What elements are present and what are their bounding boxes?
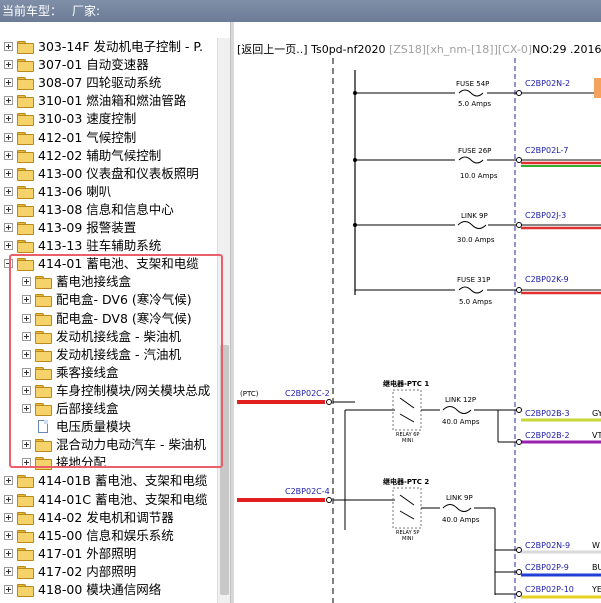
color-code: BU bbox=[592, 563, 601, 572]
relay-ptc-2[interactable]: C2BP02C-4 继电器-PTC 2 RELAY 5P MINI LINK 9… bbox=[237, 477, 601, 599]
fuse-amps: 5.0 Amps bbox=[458, 100, 491, 108]
link-name: LINK 9P bbox=[446, 494, 473, 502]
wire-id: C2BP02J-3 bbox=[525, 211, 566, 220]
wire-id: C2BP02P-9 bbox=[525, 563, 569, 572]
link-9p-fuse[interactable]: LINK 9P 30.0 Amps C2BP02J-3 bbox=[355, 211, 601, 244]
relay-mini: MINI bbox=[402, 438, 413, 444]
relay-title: 继电器-PTC 1 bbox=[383, 379, 429, 388]
wire-id: C2BP02N-2 bbox=[525, 79, 570, 88]
fuse-54p[interactable]: FUSE 54P 5.0 Amps C2BP02N-2 bbox=[355, 79, 601, 108]
link-amps: 40.0 Amps bbox=[442, 418, 480, 426]
wiring-diagram: FUSE 54P 5.0 Amps C2BP02N-2 FUSE 26P 10.… bbox=[237, 58, 601, 603]
wire-id: C2BP02C-4 bbox=[285, 487, 330, 496]
color-code: GY bbox=[592, 409, 601, 418]
fuse-amps: 5.0 Amps bbox=[459, 298, 492, 306]
relay-title: 继电器-PTC 2 bbox=[383, 477, 429, 486]
color-code: W bbox=[592, 541, 600, 550]
fuse-31p[interactable]: FUSE 31P 5.0 Amps C2BP02K-9 bbox=[355, 275, 601, 306]
wire-id: C2BP02C-2 bbox=[285, 389, 330, 398]
fuse-26p[interactable]: FUSE 26P 10.0 Amps C2BP02L-7 bbox=[355, 146, 601, 180]
wire-id: C2BP02B-2 bbox=[525, 431, 570, 440]
color-code: YE bbox=[591, 585, 601, 594]
wire-bundle-tag bbox=[594, 78, 601, 98]
relay-ptc-1[interactable]: (PTC) C2BP02C-2 继电器-PTC 1 RELAY 6P MINI … bbox=[237, 379, 601, 530]
fuse-amps: 10.0 Amps bbox=[460, 172, 498, 180]
wire-id: C2BP02B-3 bbox=[525, 409, 570, 418]
fuse-name: LINK 9P bbox=[461, 212, 488, 220]
relay-mini: MINI bbox=[402, 536, 413, 542]
wire-id: C2BP02K-9 bbox=[525, 275, 569, 284]
color-code: VT bbox=[592, 431, 601, 440]
link-name: LINK 12P bbox=[445, 396, 476, 404]
wire-id: C2BP02N-9 bbox=[525, 541, 570, 550]
connector-pins bbox=[326, 90, 522, 597]
ptc-label: (PTC) bbox=[240, 390, 259, 398]
fuse-name: FUSE 31P bbox=[457, 276, 490, 284]
wire-id: C2BP02L-7 bbox=[525, 146, 568, 155]
fuse-amps: 30.0 Amps bbox=[457, 236, 495, 244]
fuse-name: FUSE 54P bbox=[456, 80, 489, 88]
wire-id: C2BP02P-10 bbox=[525, 585, 574, 594]
link-amps: 40.0 Amps bbox=[442, 516, 480, 524]
fuse-name: FUSE 26P bbox=[458, 147, 491, 155]
